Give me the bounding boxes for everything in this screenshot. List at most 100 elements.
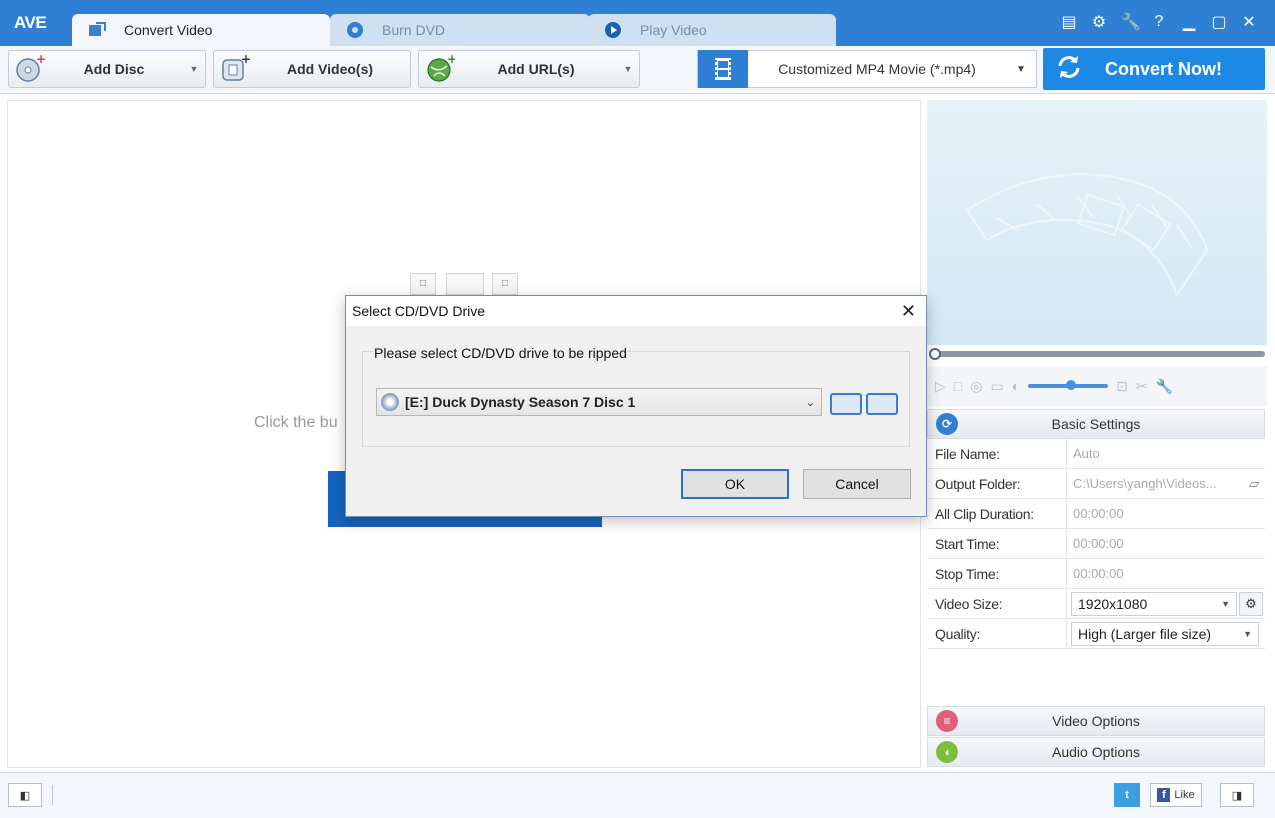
quality-select[interactable]: High (Larger file size) ▼ <box>1071 622 1259 646</box>
globe-add-icon: + <box>425 52 457 84</box>
collapse-right-icon[interactable]: ◨ <box>1220 783 1254 807</box>
convert-now-label: Convert Now! <box>1105 58 1222 79</box>
basic-settings-label: Basic Settings <box>1051 416 1141 432</box>
close-icon[interactable]: ✕ <box>1241 12 1257 32</box>
pane-control-middle[interactable] <box>446 273 484 295</box>
add-videos-button[interactable]: + Add Video(s) <box>213 50 411 88</box>
setting-row-start-time: Start Time: 00:00:00 <box>927 529 1265 559</box>
fullscreen-icon[interactable]: ⊡ <box>1116 378 1128 395</box>
minimize-icon[interactable]: ▁ <box>1181 12 1197 32</box>
output-format-value: Customized MP4 Movie (*.mp4) <box>778 61 976 77</box>
film-strip-icon <box>698 50 748 88</box>
twitter-icon[interactable]: t <box>1114 783 1140 807</box>
seek-track[interactable] <box>935 351 1265 357</box>
tab-burn-dvd[interactable]: Burn DVD <box>330 14 590 46</box>
refresh-icon <box>1055 53 1095 86</box>
video-size-cell: 1920x1080 ▼ ⚙ <box>1067 589 1265 618</box>
drive-prompt: Please select CD/DVD drive to be ripped <box>374 345 627 361</box>
burn-dvd-icon <box>346 21 364 39</box>
seek-knob[interactable] <box>929 348 941 360</box>
play-icon[interactable]: ▷ <box>935 378 946 395</box>
video-preview <box>927 100 1267 345</box>
film-add-icon: + <box>220 52 251 84</box>
setting-row-quality: Quality: High (Larger file size) ▼ <box>927 619 1265 649</box>
output-folder-field[interactable]: C:\Users\yangh\Videos... ▱ <box>1067 469 1265 498</box>
svg-text:+: + <box>447 54 455 66</box>
setting-key: All Clip Duration: <box>927 499 1067 528</box>
setting-key: Start Time: <box>927 529 1067 558</box>
key-icon[interactable]: 🔧 <box>1121 12 1141 32</box>
tab-play-video[interactable]: Play Video <box>588 14 836 46</box>
chevron-down-icon: ▼ <box>1243 629 1252 639</box>
pane-control-left[interactable]: □ <box>410 273 436 295</box>
browse-folder-icon[interactable]: ▱ <box>1249 469 1259 498</box>
chevron-down-icon[interactable]: ▼ <box>1006 64 1036 75</box>
output-folder-value: C:\Users\yangh\Videos... <box>1073 476 1217 491</box>
collapse-left-icon[interactable]: ◧ <box>8 783 42 807</box>
facebook-icon: f <box>1157 788 1171 802</box>
crop-icon[interactable]: ✂ <box>1136 378 1148 395</box>
stop-time-field[interactable]: 00:00:00 <box>1067 559 1265 588</box>
video-size-gear-button[interactable]: ⚙ <box>1239 592 1263 616</box>
maximize-icon[interactable]: ▢ <box>1211 12 1227 32</box>
chevron-down-icon[interactable]: ▼ <box>617 64 639 74</box>
volume-icon[interactable]: ◐ <box>1012 378 1020 394</box>
setting-key: Output Folder: <box>927 469 1067 498</box>
folder-icon[interactable]: ▭ <box>990 378 1003 395</box>
volume-slider[interactable] <box>1028 380 1109 390</box>
add-url-button[interactable]: + Add URL(s) ▼ <box>418 50 640 88</box>
load-icon[interactable] <box>866 393 898 415</box>
setting-key: Quality: <box>927 619 1067 648</box>
svg-text:+: + <box>36 54 45 66</box>
audio-options-icon: ◖ <box>936 741 958 763</box>
tab-label: Play Video <box>640 22 707 38</box>
output-format-select[interactable]: Customized MP4 Movie (*.mp4) ▼ <box>697 50 1037 88</box>
status-bar: ◧ t f Like ◨ <box>0 772 1275 818</box>
like-label: Like <box>1174 789 1195 801</box>
pane-control-right[interactable]: □ <box>492 273 518 295</box>
empty-hint-text: Click the bu <box>254 414 338 431</box>
disc-add-icon: + <box>15 52 46 84</box>
basic-settings-header[interactable]: ⟳ Basic Settings <box>927 409 1265 439</box>
video-size-value: 1920x1080 <box>1078 596 1148 612</box>
title-bar: AVE Convert Video Burn DVD Play Video ▤ … <box>0 0 1275 46</box>
settings-table: File Name: Auto Output Folder: C:\Users\… <box>927 439 1265 649</box>
drive-select[interactable]: [E:] Duck Dynasty Season 7 Disc 1 ⌄ <box>376 388 822 416</box>
seek-bar[interactable] <box>927 348 1267 360</box>
wrench-icon[interactable]: 🔧 <box>1156 378 1173 395</box>
gear-icon[interactable]: ⚙ <box>1091 12 1107 32</box>
start-time-field[interactable]: 00:00:00 <box>1067 529 1265 558</box>
video-options-label: Video Options <box>1052 713 1140 729</box>
stop-icon[interactable]: □ <box>954 378 962 394</box>
disc-icon <box>381 393 399 411</box>
convert-now-button[interactable]: Convert Now! <box>1043 48 1265 90</box>
tab-convert-video[interactable]: Convert Video <box>72 14 330 46</box>
help-icon[interactable]: ? <box>1151 13 1167 31</box>
snapshot-icon[interactable]: ◎ <box>970 378 982 395</box>
play-video-icon <box>604 21 622 39</box>
add-disc-button[interactable]: + Add Disc ▼ <box>8 50 206 88</box>
film-reel-watermark-icon <box>965 173 1209 298</box>
add-disc-label: Add Disc <box>83 61 145 77</box>
setting-row-file-name: File Name: Auto <box>927 439 1265 469</box>
video-options-header[interactable]: ≡ Video Options <box>927 706 1265 736</box>
menu-icon[interactable]: ▤ <box>1061 12 1077 32</box>
convert-video-icon <box>88 21 106 39</box>
right-panel: ▷ □ ◎ ▭ ◐ ⊡ ✂ 🔧 ⟳ Basic Settings File Na… <box>927 100 1267 768</box>
facebook-like-button[interactable]: f Like <box>1150 783 1202 807</box>
dialog-title: Select CD/DVD Drive <box>352 303 486 319</box>
close-icon[interactable]: ✕ <box>901 301 916 322</box>
file-name-field[interactable]: Auto <box>1067 439 1265 468</box>
tab-label: Burn DVD <box>382 22 446 38</box>
audio-options-header[interactable]: ◖ Audio Options <box>927 737 1265 767</box>
toolbar: + Add Disc ▼ + Add Video(s) + Add URL(s)… <box>0 46 1275 94</box>
quality-value: High (Larger file size) <box>1078 626 1212 642</box>
chevron-down-icon[interactable]: ▼ <box>183 64 205 74</box>
chevron-down-icon: ⌄ <box>805 396 815 409</box>
cancel-button[interactable]: Cancel <box>803 469 911 499</box>
video-size-select[interactable]: 1920x1080 ▼ <box>1071 592 1237 616</box>
eject-icon[interactable] <box>830 393 862 415</box>
window-controls: ▤ ⚙ 🔧 ? ▁ ▢ ✕ <box>1061 12 1257 32</box>
setting-row-all-clip-duration: All Clip Duration: 00:00:00 <box>927 499 1265 529</box>
ok-button[interactable]: OK <box>681 469 789 499</box>
